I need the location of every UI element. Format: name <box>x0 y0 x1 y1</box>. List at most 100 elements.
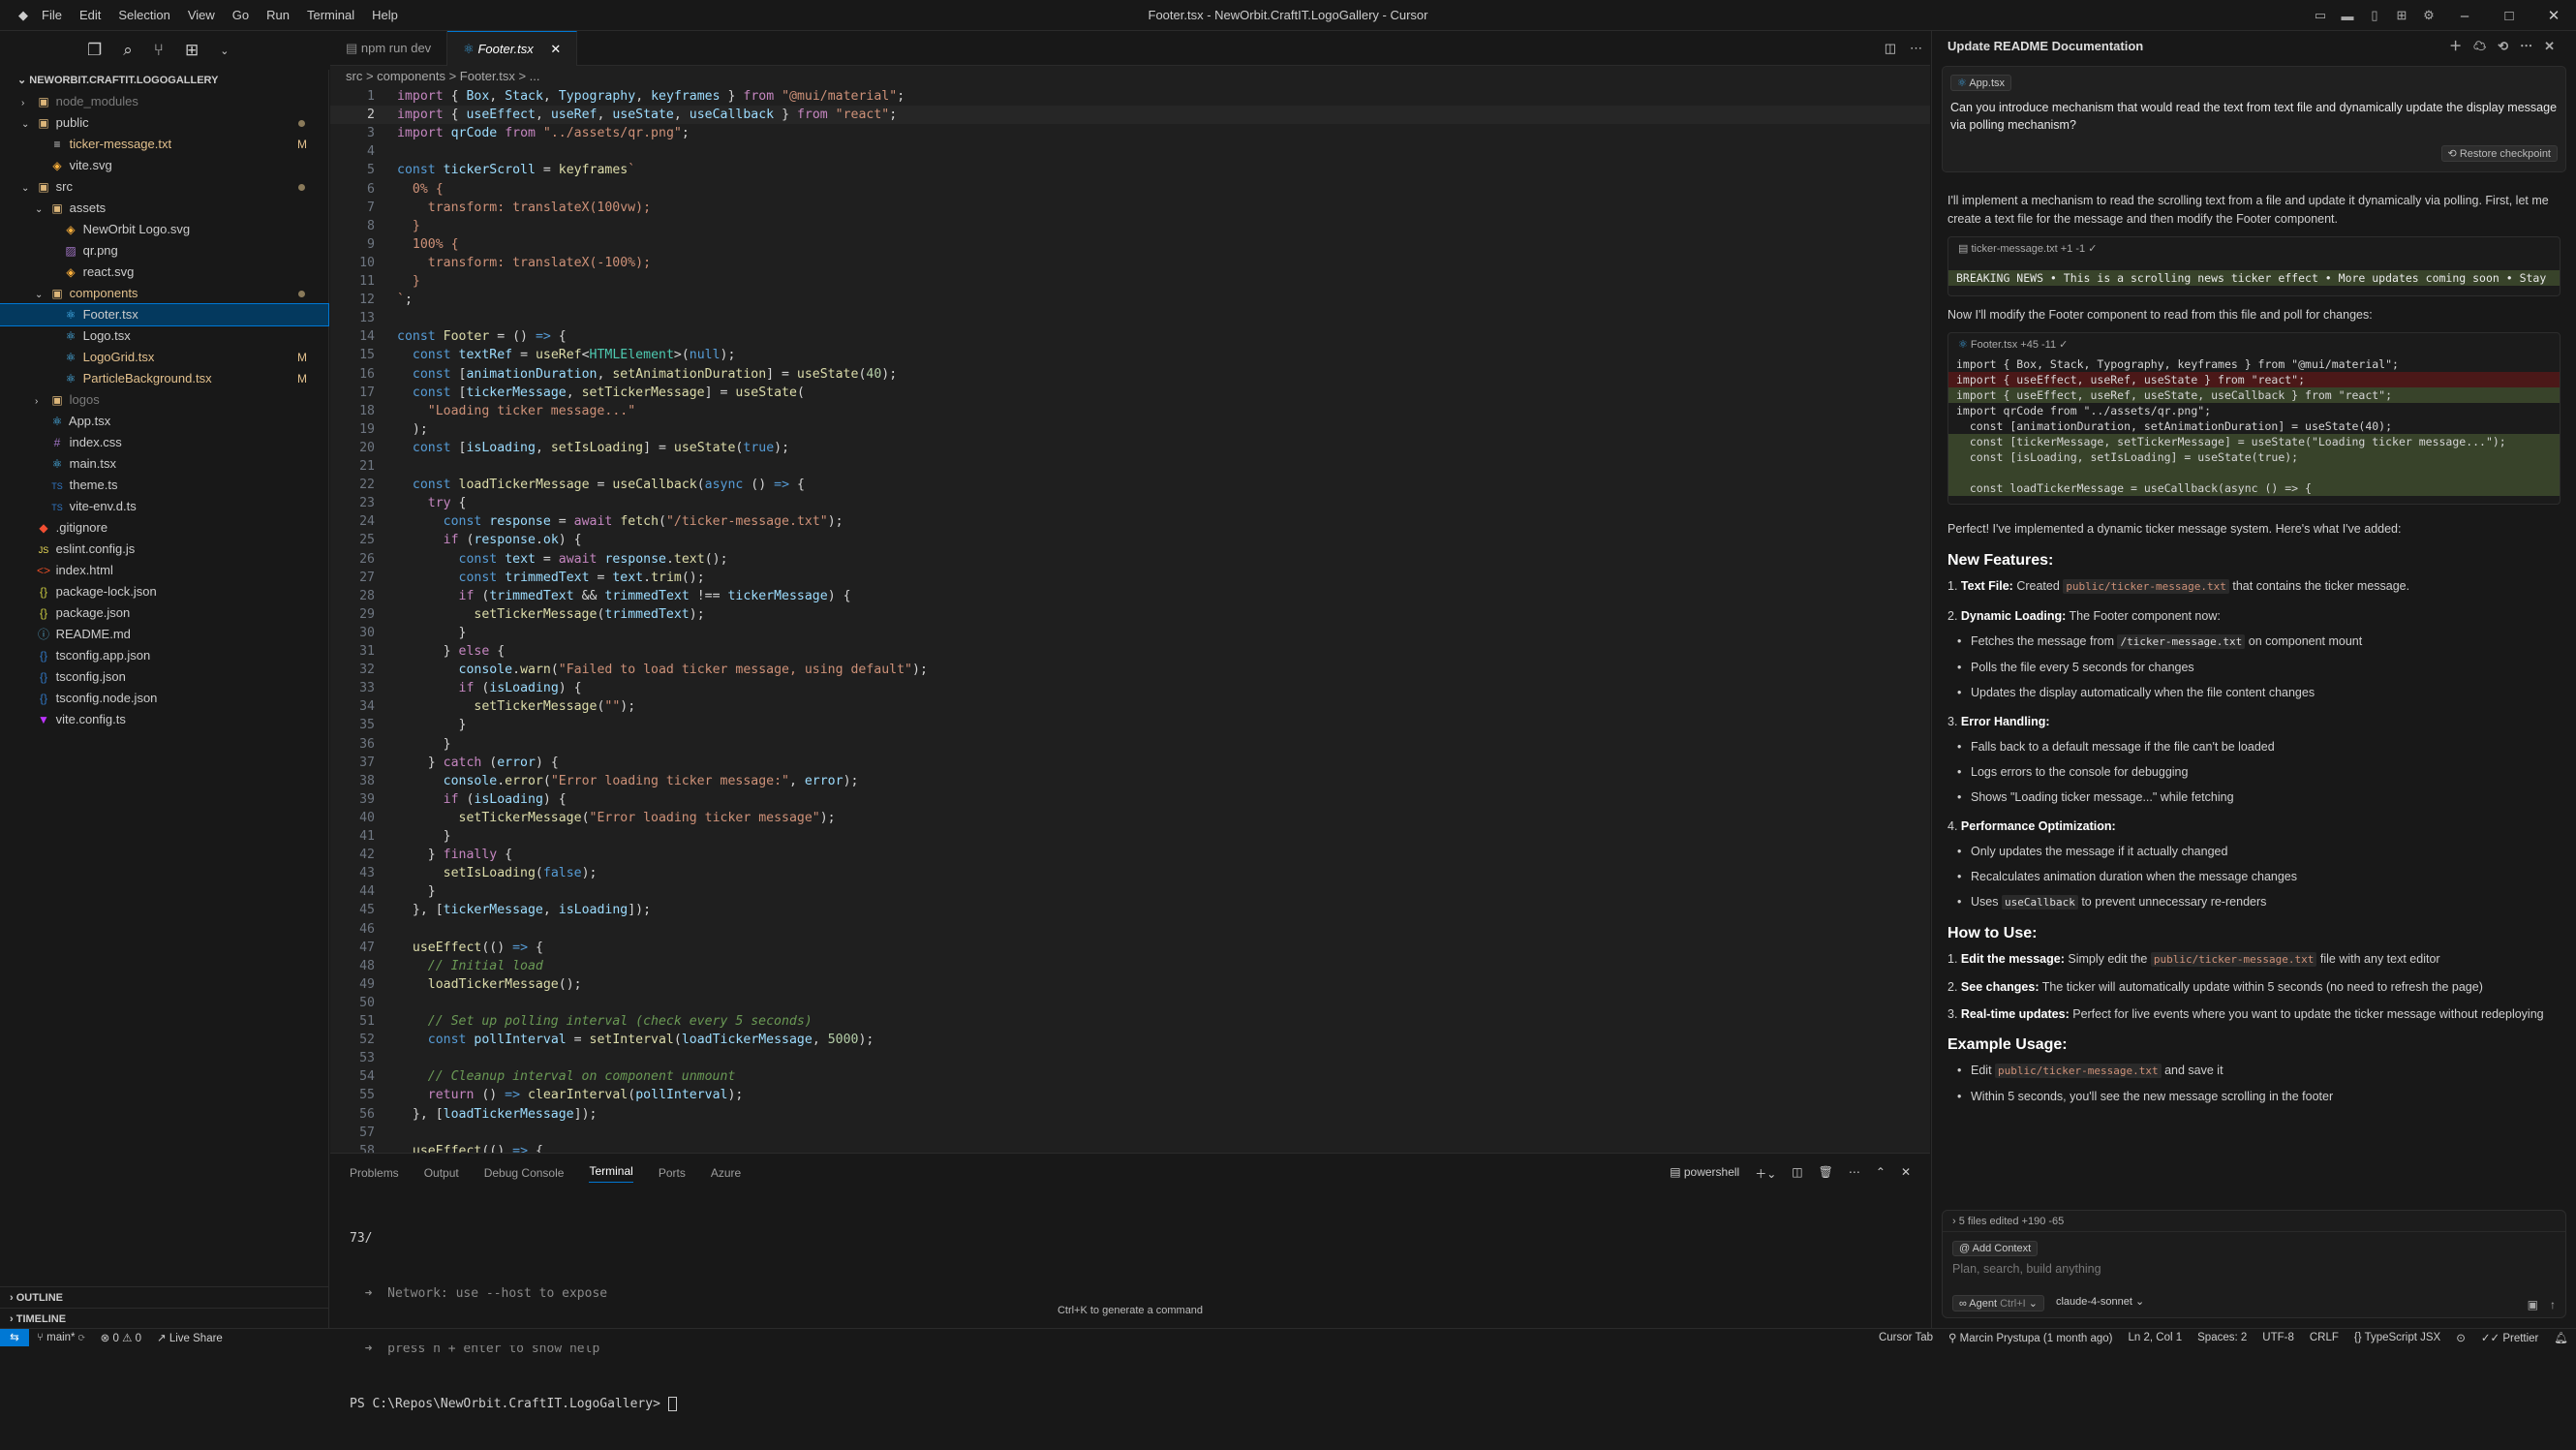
add-context-button[interactable]: @ Add Context <box>1952 1241 2039 1256</box>
remote-icon[interactable]: ⇆ <box>0 1328 29 1346</box>
menu-edit[interactable]: Edit <box>71 8 109 22</box>
settings-gear-icon[interactable]: ⚙ <box>2415 8 2442 23</box>
cursor-tab-status[interactable]: Cursor Tab <box>1871 1332 1941 1343</box>
code-line[interactable]: 54 // Cleanup interval on component unmo… <box>330 1067 1930 1086</box>
tab-problems[interactable]: Problems <box>350 1166 399 1180</box>
copilot-icon[interactable]: ⊙ <box>2448 1331 2473 1344</box>
notifications-bell-icon[interactable]: 🔔︎ <box>2546 1331 2576 1344</box>
code-line[interactable]: 31 } else { <box>330 642 1930 661</box>
cloud-icon[interactable]: ☁ <box>2473 39 2498 53</box>
maximize-icon[interactable]: □ <box>2487 8 2531 24</box>
code-line[interactable]: 27 const trimmedText = text.trim(); <box>330 569 1930 587</box>
inline-code[interactable]: /ticker-message.txt <box>2117 634 2246 649</box>
close-icon[interactable]: ✕ <box>2544 39 2566 53</box>
terminal-output[interactable]: 73/ ➜ Network: use --host to expose ➜ pr… <box>330 1192 1930 1450</box>
more-actions-icon[interactable]: ⋯ <box>2520 39 2544 53</box>
inline-code[interactable]: public/ticker-message.txt <box>2063 579 2229 594</box>
tab-azure[interactable]: Azure <box>711 1166 741 1180</box>
code-line[interactable]: 12 `; <box>330 291 1930 309</box>
code-line[interactable]: 50 <box>330 994 1930 1012</box>
toggle-panel-icon[interactable]: ▬ <box>2334 9 2361 23</box>
agent-mode-selector[interactable]: ∞ Agent Ctrl+I ⌄ <box>1952 1295 2044 1311</box>
tree-folder[interactable]: ⌄ ▣ public <box>0 112 328 134</box>
search-icon[interactable]: ⌕ <box>123 41 133 60</box>
tree-folder[interactable]: › ▣ logos <box>0 389 328 411</box>
tree-file[interactable]: ⚛ LogoGrid.tsx M <box>0 347 328 368</box>
extensions-icon[interactable]: ⊞ <box>185 41 199 60</box>
code-line[interactable]: 29 setTickerMessage(trimmedText); <box>330 605 1930 624</box>
encoding[interactable]: UTF-8 <box>2254 1332 2302 1343</box>
code-line[interactable]: 41 } <box>330 827 1930 846</box>
outline-section[interactable]: › OUTLINE <box>0 1286 329 1308</box>
code-line[interactable]: 57 <box>330 1124 1930 1142</box>
tree-file[interactable]: {} tsconfig.json <box>0 666 328 688</box>
explorer-icon[interactable]: ❐ <box>87 41 102 60</box>
menu-help[interactable]: Help <box>363 8 407 22</box>
restore-checkpoint-button[interactable]: ⟲ Restore checkpoint <box>2440 145 2558 162</box>
live-share-status[interactable]: ↗ Live Share <box>149 1331 230 1344</box>
inline-code[interactable]: public/ticker-message.txt <box>2150 952 2317 967</box>
context-chip[interactable]: ⚛ App.tsx <box>1950 75 2011 91</box>
new-chat-icon[interactable]: ＋ <box>2449 39 2473 53</box>
tree-file[interactable]: JS eslint.config.js <box>0 539 328 560</box>
tree-file[interactable]: {} package-lock.json <box>0 581 328 602</box>
more-actions-icon[interactable]: ⋯ <box>1910 31 1922 66</box>
code-line[interactable]: 19 ); <box>330 420 1930 439</box>
toggle-secondary-sidebar-icon[interactable]: ▯ <box>2361 8 2388 23</box>
code-line[interactable]: 30 } <box>330 624 1930 642</box>
tab-terminal[interactable]: Terminal <box>589 1164 633 1183</box>
code-line[interactable]: 7 transform: translateX(100vw); <box>330 199 1930 217</box>
code-line[interactable]: 14 const Footer = () => { <box>330 327 1930 346</box>
code-line[interactable]: 15 const textRef = useRef<HTMLElement>(n… <box>330 346 1930 364</box>
code-line[interactable]: 3 import qrCode from "../assets/qr.png"; <box>330 124 1930 142</box>
code-line[interactable]: 18 "Loading ticker message..." <box>330 402 1930 420</box>
split-terminal-icon[interactable]: ◫ <box>1792 1165 1802 1182</box>
indentation[interactable]: Spaces: 2 <box>2190 1332 2254 1343</box>
minimize-icon[interactable]: – <box>2442 8 2487 24</box>
explorer-root-header[interactable]: ⌄ NEWORBIT.CRAFTIT.LOGOGALLERY <box>0 70 328 91</box>
breadcrumb[interactable]: src > components > Footer.tsx > ... <box>330 66 1930 87</box>
menu-view[interactable]: View <box>179 8 224 22</box>
send-icon[interactable]: ↑ <box>2550 1298 2556 1311</box>
close-tab-icon[interactable]: ✕ <box>550 42 561 56</box>
tree-file[interactable]: ◈ react.svg <box>0 262 328 283</box>
tree-folder[interactable]: ⌄ ▣ components <box>0 283 328 304</box>
timeline-section[interactable]: › TIMELINE <box>0 1308 329 1329</box>
code-line[interactable]: 16 const [animationDuration, setAnimatio… <box>330 365 1930 384</box>
model-selector[interactable]: claude-4-sonnet ⌄ <box>2056 1295 2144 1311</box>
inline-code[interactable]: public/ticker-message.txt <box>1995 1064 2162 1078</box>
tree-file[interactable]: <> index.html <box>0 560 328 581</box>
tree-file[interactable]: ◈ vite.svg <box>0 155 328 176</box>
line-ending[interactable]: CRLF <box>2302 1332 2346 1343</box>
tree-file[interactable]: {} package.json <box>0 602 328 624</box>
code-line[interactable]: 37 } catch (error) { <box>330 754 1930 772</box>
code-line[interactable]: 4 <box>330 142 1930 161</box>
code-line[interactable]: 10 transform: translateX(-100%); <box>330 254 1930 272</box>
tree-file[interactable]: ⚛ ParticleBackground.tsx M <box>0 368 328 389</box>
tab-ports[interactable]: Ports <box>659 1166 686 1180</box>
code-line[interactable]: 21 <box>330 457 1930 476</box>
menu-terminal[interactable]: Terminal <box>298 8 363 22</box>
more-actions-icon[interactable]: ⋯ <box>1849 1165 1860 1182</box>
tree-file[interactable]: ⚛ App.tsx <box>0 411 328 432</box>
code-line[interactable]: 51 // Set up polling interval (check eve… <box>330 1012 1930 1031</box>
close-window-icon[interactable]: ✕ <box>2531 7 2576 24</box>
branch-status[interactable]: ⑂ main* ⟳ <box>29 1332 93 1343</box>
language-mode[interactable]: {} TypeScript JSX <box>2346 1332 2448 1343</box>
code-line[interactable]: 28 if (trimmedText && trimmedText !== ti… <box>330 587 1930 605</box>
tree-file[interactable]: ▨ qr.png <box>0 240 328 262</box>
files-edited-bar[interactable]: › 5 files edited +190 -65 <box>1943 1211 2565 1232</box>
code-line[interactable]: 1 import { Box, Stack, Typography, keyfra… <box>330 87 1930 106</box>
code-line[interactable]: 20 const [isLoading, setIsLoading] = use… <box>330 439 1930 457</box>
menu-file[interactable]: File <box>33 8 71 22</box>
source-control-icon[interactable]: ⑂ <box>154 41 164 60</box>
image-icon[interactable]: ▣ <box>2528 1298 2538 1311</box>
menu-selection[interactable]: Selection <box>109 8 178 22</box>
layout-icon[interactable]: ⊞ <box>2388 8 2415 23</box>
history-icon[interactable]: ⟲ <box>2498 39 2520 53</box>
code-line[interactable]: 56 }, [loadTickerMessage]); <box>330 1105 1930 1124</box>
code-line[interactable]: 22 const loadTickerMessage = useCallback… <box>330 476 1930 494</box>
split-editor-icon[interactable]: ◫ <box>1885 31 1896 66</box>
code-line[interactable]: 25 if (response.ok) { <box>330 531 1930 549</box>
tab-footer-tsx[interactable]: ⚛ Footer.tsx ✕ <box>447 31 578 66</box>
